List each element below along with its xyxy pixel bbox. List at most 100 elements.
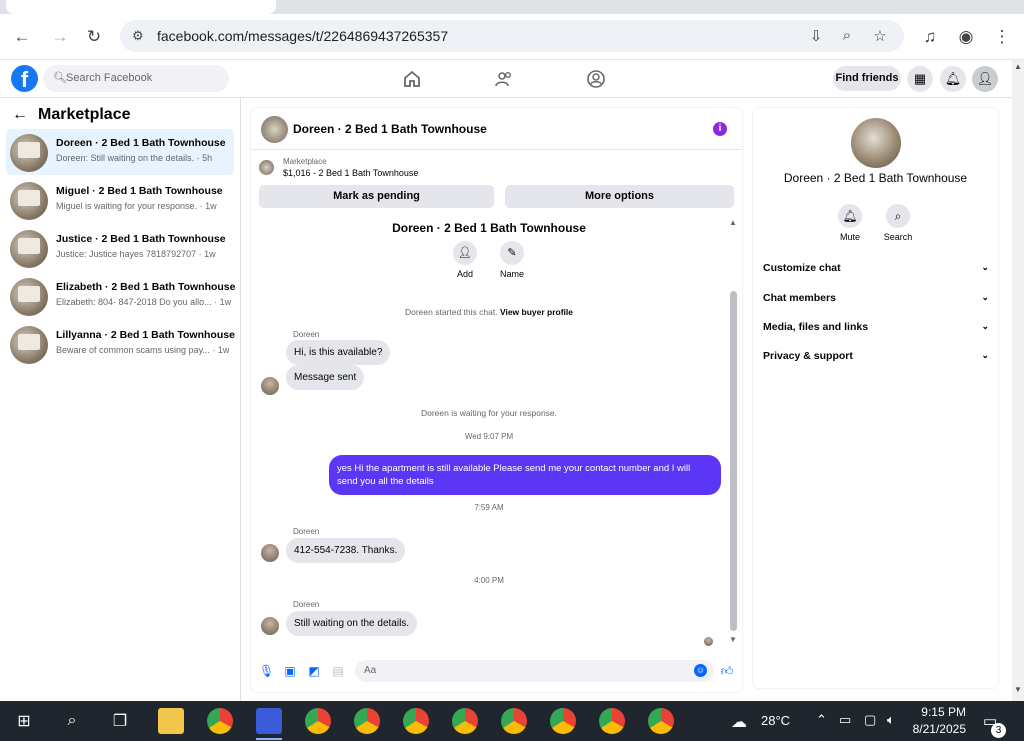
mute-action[interactable]: 🔔︎ Mute [830, 204, 870, 242]
search-icon[interactable]: ⌕ [58, 707, 86, 735]
media-control-icon[interactable]: ♫ [917, 24, 943, 50]
scrollbar-thumb[interactable] [730, 291, 737, 631]
install-app-icon[interactable]: ⇩ [806, 27, 826, 47]
incoming-message[interactable]: Message sent [286, 365, 365, 390]
message-placeholder: Aa [364, 665, 377, 676]
media-files-links-row[interactable]: Media, files and links ⌄ [763, 321, 989, 333]
mark-as-pending-button[interactable]: Mark as pending [259, 185, 494, 208]
pencil-icon: ✎ [500, 241, 524, 265]
chrome-icon[interactable] [452, 708, 478, 734]
conversation-item[interactable]: Lillyanna · 2 Bed 1 Bath Townhouse Bewar… [6, 321, 235, 367]
chrome-icon[interactable] [599, 708, 625, 734]
add-action[interactable]: 👤︎ Add [445, 241, 485, 279]
notifications-bell-icon[interactable]: 🔔︎ [940, 66, 966, 92]
info-icon[interactable]: i [713, 122, 727, 136]
search-input[interactable]: 🔍︎ Search Facebook [43, 65, 229, 92]
back-icon[interactable]: ← [9, 24, 35, 50]
thumbs-up-icon[interactable]: 👍︎ [720, 664, 734, 678]
find-friends-button[interactable]: Find friends [833, 66, 901, 91]
facebook-logo[interactable]: f [11, 65, 38, 92]
outgoing-message[interactable]: yes Hi the apartment is still available … [329, 455, 721, 495]
message-input[interactable]: Aa ☺ [355, 660, 714, 682]
home-icon[interactable] [402, 69, 422, 89]
name-action[interactable]: ✎ Name [492, 241, 532, 279]
incoming-message[interactable]: 412-554-7238. Thanks. [286, 538, 406, 563]
sender-avatar[interactable] [261, 544, 279, 562]
incoming-message[interactable]: Still waiting on the details. [286, 611, 418, 636]
volume-icon[interactable]: 🔈︎ [887, 712, 895, 728]
privacy-support-row[interactable]: Privacy & support ⌄ [763, 350, 989, 362]
sticker-icon[interactable]: ◩ [307, 664, 321, 678]
chat-scrollbar[interactable]: ▲ ▼ [729, 218, 738, 649]
groups-icon[interactable] [586, 69, 606, 89]
address-bar[interactable]: ⚙ facebook.com/messages/t/22648694372653… [120, 20, 904, 52]
reload-icon[interactable]: ↻ [81, 24, 107, 50]
view-buyer-profile-link[interactable]: View buyer profile [500, 307, 573, 317]
chrome-icon[interactable] [305, 708, 331, 734]
conversation-item[interactable]: Doreen · 2 Bed 1 Bath Townhouse Doreen: … [6, 129, 234, 175]
file-explorer-icon[interactable] [158, 708, 184, 734]
scroll-down-icon[interactable]: ▼ [1014, 685, 1022, 694]
timestamp: 7:59 AM [474, 503, 504, 512]
menu-grid-icon[interactable]: ▦ [907, 66, 933, 92]
friends-icon[interactable] [494, 69, 514, 89]
temperature[interactable]: 28°C [761, 713, 790, 728]
message-list[interactable]: Doreen · 2 Bed 1 Bath Townhouse 👤︎ Add ✎… [251, 216, 729, 654]
scroll-up-icon[interactable]: ▲ [1014, 62, 1022, 71]
chrome-icon[interactable] [648, 708, 674, 734]
gif-icon[interactable]: ▤ [331, 664, 345, 678]
url-text[interactable]: facebook.com/messages/t/2264869437265357 [157, 28, 448, 44]
camera-icon[interactable]: ▭ [839, 712, 851, 728]
conversation-item[interactable]: Elizabeth · 2 Bed 1 Bath Townhouse Eliza… [6, 273, 236, 319]
listing-price-title[interactable]: $1,016 - 2 Bed 1 Bath Townhouse [283, 168, 418, 178]
zoom-icon[interactable]: ⌕ [837, 27, 857, 47]
menu-kebab-icon[interactable]: ⋮ [989, 24, 1015, 50]
contact-avatar[interactable] [851, 118, 901, 168]
conversation-item[interactable]: Miguel · 2 Bed 1 Bath Townhouse Miguel i… [6, 177, 234, 223]
chat-members-row[interactable]: Chat members ⌄ [763, 292, 989, 304]
scroll-down-icon[interactable]: ▼ [729, 635, 737, 644]
chrome-icon[interactable] [207, 708, 233, 734]
profile-icon[interactable]: ◉ [953, 24, 979, 50]
account-avatar[interactable]: 👤︎ [972, 66, 998, 92]
sender-avatar[interactable] [261, 377, 279, 395]
forward-icon[interactable]: → [47, 24, 73, 50]
chevron-up-icon[interactable]: ⌃ [816, 712, 827, 728]
active-tab[interactable] [6, 0, 276, 14]
photo-icon[interactable]: ▣ [283, 664, 297, 678]
scroll-up-icon[interactable]: ▲ [729, 218, 737, 227]
chrome-icon[interactable] [354, 708, 380, 734]
conversation-title: Elizabeth · 2 Bed 1 Bath Townhouse [56, 281, 236, 293]
more-options-button[interactable]: More options [505, 185, 734, 208]
browser-toolbar: ← → ↻ ⚙ facebook.com/messages/t/22648694… [0, 14, 1024, 60]
page-scrollbar[interactable]: ▲ ▼ [1012, 60, 1024, 701]
waiting-notice: Doreen is waiting for your response. [420, 408, 558, 418]
chrome-icon[interactable] [403, 708, 429, 734]
chat-title[interactable]: Doreen · 2 Bed 1 Bath Townhouse [293, 122, 487, 136]
clock-time[interactable]: 9:15 PM [912, 705, 966, 719]
add-person-icon: 👤︎ [453, 241, 477, 265]
windows-start-icon[interactable]: ⊞ [10, 707, 38, 735]
weather-icon[interactable]: ☁ [731, 712, 747, 732]
chrome-icon[interactable] [550, 708, 576, 734]
site-info-icon[interactable]: ⚙ [132, 28, 148, 44]
chat-avatar[interactable] [261, 116, 288, 143]
back-arrow-icon[interactable]: ← [12, 106, 28, 124]
customize-chat-row[interactable]: Customize chat ⌄ [763, 262, 989, 274]
listing-mini-thumbnail[interactable] [259, 160, 274, 175]
bookmark-star-icon[interactable]: ☆ [870, 27, 890, 47]
chevron-down-icon: ⌄ [981, 321, 989, 331]
search-action[interactable]: ⌕ Search [878, 204, 918, 242]
clock-date[interactable]: 8/21/2025 [912, 722, 966, 736]
sender-avatar[interactable] [261, 617, 279, 635]
network-icon[interactable]: ▢ [864, 712, 876, 728]
conversation-item[interactable]: Justice · 2 Bed 1 Bath Townhouse Justice… [6, 225, 234, 271]
chrome-icon[interactable] [501, 708, 527, 734]
tab-strip [0, 0, 1024, 14]
microphone-icon[interactable]: 🎙︎ [259, 664, 274, 678]
app-icon[interactable] [256, 708, 282, 734]
sender-name: Doreen [293, 600, 320, 609]
task-view-icon[interactable]: ❐ [106, 707, 134, 735]
incoming-message[interactable]: Hi, is this available? [286, 340, 391, 365]
emoji-icon[interactable]: ☺ [694, 664, 707, 677]
